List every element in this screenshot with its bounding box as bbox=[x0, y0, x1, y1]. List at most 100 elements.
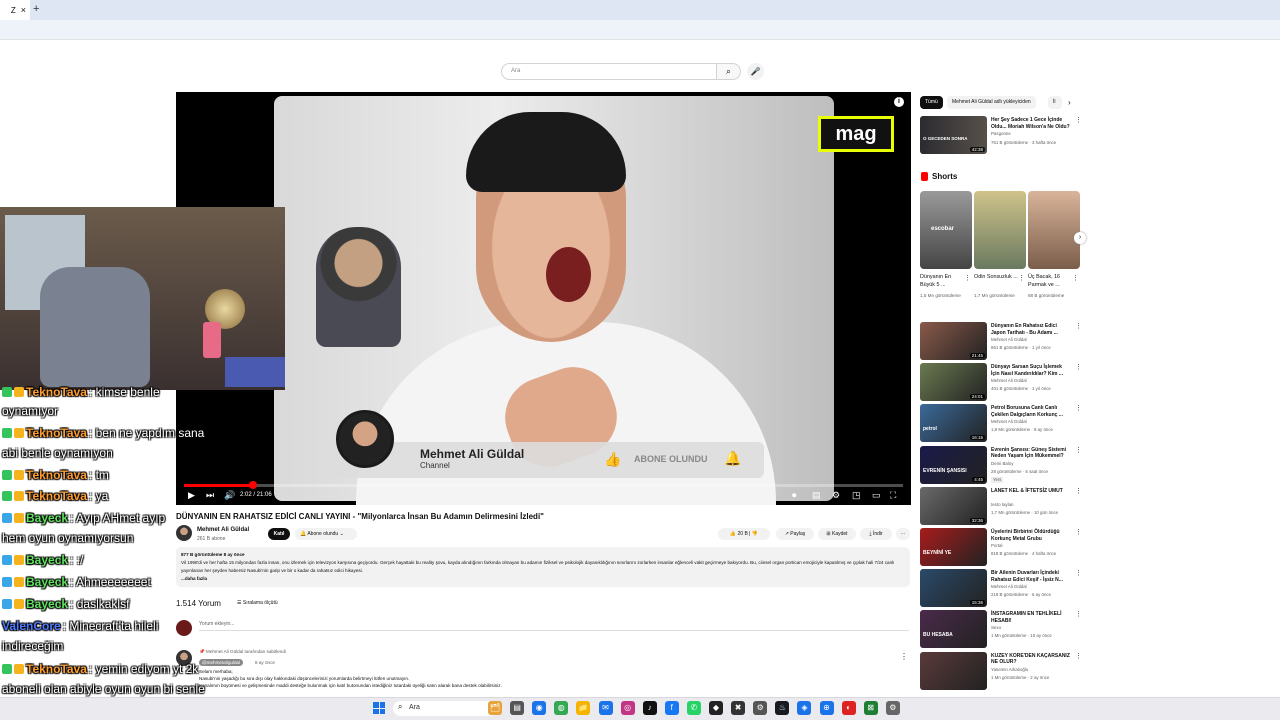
chip-all[interactable]: Tümü bbox=[920, 96, 943, 109]
video-title[interactable]: İNSTAGRAMIN EN TEHLİKELİ HESABI! bbox=[991, 611, 1071, 624]
app-icon[interactable]: ▤ bbox=[510, 701, 525, 715]
more-icon[interactable]: ⋮ bbox=[1075, 528, 1082, 536]
subscribed-button[interactable]: 🔔 Abone olundu ⌄ bbox=[295, 528, 357, 540]
video-thumbnail[interactable]: 24:01 bbox=[920, 363, 987, 402]
autoplay-icon[interactable]: ⏺ bbox=[792, 490, 797, 501]
description-box[interactable]: 877 B görüntüleme 8 ay önce Vil 1998'di … bbox=[176, 547, 910, 587]
video-thumbnail[interactable]: 32:36 bbox=[920, 486, 987, 525]
video-thumbnail[interactable]: 15:36 bbox=[920, 569, 987, 608]
volume-icon[interactable]: 🔊 bbox=[224, 490, 235, 501]
short-more-icon-2[interactable]: ⋮ bbox=[1018, 274, 1025, 282]
short-thumbnail-1[interactable]: escobar bbox=[920, 191, 972, 269]
files-icon[interactable]: 🗂 bbox=[488, 701, 502, 715]
like-button[interactable]: 👍 20 B | 👎 bbox=[718, 528, 770, 540]
channel-name[interactable]: Mehmet Ali Güldal bbox=[197, 527, 249, 533]
chip-uploader[interactable]: Mehmet Ali Güldal adlı yükleyiciden bbox=[947, 96, 1036, 109]
next-icon[interactable]: ⏭ bbox=[206, 490, 214, 501]
close-app-icon[interactable]: ✖ bbox=[731, 701, 746, 715]
folder-icon[interactable]: 📁 bbox=[576, 701, 591, 715]
fullscreen-icon[interactable]: ⛶ bbox=[890, 490, 896, 501]
more-icon[interactable]: ⋮ bbox=[1075, 569, 1082, 577]
more-icon[interactable]: ⋮ bbox=[1075, 610, 1082, 618]
search-input[interactable]: Ara bbox=[501, 63, 717, 80]
mail-icon[interactable]: ✉ bbox=[598, 701, 613, 715]
share-button[interactable]: ↗ Paylaş bbox=[776, 528, 814, 540]
opera-icon[interactable]: ◐ bbox=[841, 701, 856, 715]
short-title-2[interactable]: Odin Sonsuzluk ... bbox=[974, 273, 1018, 281]
new-tab-button[interactable]: + bbox=[33, 3, 39, 15]
more-icon[interactable]: ⋮ bbox=[1075, 404, 1082, 412]
captions-icon[interactable]: ▤ bbox=[812, 490, 821, 501]
whatsapp-icon[interactable]: ✆ bbox=[686, 701, 701, 715]
more-icon[interactable]: ⋮ bbox=[1075, 363, 1082, 371]
short-title-3[interactable]: Üç Bacak, 16 Parmak ve ... bbox=[1028, 273, 1072, 289]
comment-input[interactable]: Yorum ekleyin... bbox=[199, 621, 909, 631]
video-thumbnail[interactable]: petrol 16:15 bbox=[920, 404, 987, 443]
more-actions-button[interactable]: ··· bbox=[896, 528, 910, 540]
short-more-icon-1[interactable]: ⋮ bbox=[964, 274, 971, 282]
address-bar[interactable] bbox=[0, 20, 1280, 40]
short-title-1[interactable]: Dünyanın En Büyük 5 ... bbox=[920, 273, 964, 289]
video-title[interactable]: Petrol Borusuna Canlı Canlı Çekilen Dalg… bbox=[991, 405, 1071, 418]
more-icon[interactable]: ⋮ bbox=[1075, 322, 1082, 330]
theater-icon[interactable]: ▭ bbox=[872, 490, 881, 501]
video-title[interactable]: Dünyayı Sarsan Suçu İşlemek İçin Nasıl K… bbox=[991, 364, 1071, 377]
channel-avatar[interactable] bbox=[176, 525, 192, 541]
miniplayer-icon[interactable]: ◳ bbox=[852, 490, 861, 501]
settings-icon[interactable]: ⚙ bbox=[753, 701, 768, 715]
progress-scrubber[interactable] bbox=[249, 481, 257, 489]
join-button[interactable]: Katıl bbox=[268, 528, 290, 540]
play-icon[interactable]: ▶ bbox=[188, 490, 195, 501]
settings-icon[interactable]: ⚙ bbox=[832, 490, 840, 501]
video-thumbnail[interactable]: BEYNİNİ YE bbox=[920, 528, 987, 566]
top-video-title[interactable]: Her Şey Sadece 1 Gece İçinde Oldu... Mor… bbox=[991, 117, 1071, 130]
taskbar-search[interactable]: Ara bbox=[393, 701, 498, 716]
shorts-next-icon[interactable]: › bbox=[1074, 232, 1086, 244]
video-thumbnail[interactable]: BU HESABA bbox=[920, 610, 987, 649]
short-thumbnail-2[interactable] bbox=[974, 191, 1026, 269]
gear-icon[interactable]: ⚙ bbox=[885, 701, 900, 715]
progress-bar[interactable] bbox=[184, 484, 903, 487]
more-icon[interactable]: ⋮ bbox=[1075, 446, 1082, 454]
chip-other[interactable]: İl bbox=[1048, 96, 1062, 109]
info-icon[interactable]: i bbox=[894, 97, 904, 107]
more-icon[interactable]: ⋮ bbox=[1075, 652, 1082, 660]
video-player[interactable]: mag i Mehmet Ali Güldal Channel 👍 ABONE … bbox=[176, 92, 911, 505]
download-button[interactable]: ⤓ İndir bbox=[860, 528, 892, 540]
excel-icon[interactable]: ⊠ bbox=[863, 701, 878, 715]
video-thumbnail[interactable] bbox=[920, 651, 987, 690]
video-thumbnail[interactable]: EVRENİN ŞANSISI 4:45 bbox=[920, 445, 987, 484]
steam-icon[interactable]: ♨ bbox=[775, 701, 790, 715]
app-icon[interactable]: ◆ bbox=[709, 701, 723, 715]
chrome-icon[interactable]: ◍ bbox=[554, 701, 569, 715]
video-thumbnail[interactable]: 21:45 bbox=[920, 322, 987, 360]
browser-tab[interactable]: Z × bbox=[0, 0, 30, 20]
short-more-icon-3[interactable]: ⋮ bbox=[1072, 274, 1079, 282]
search-button[interactable]: ⌕ bbox=[716, 63, 741, 80]
windows-start-icon[interactable] bbox=[373, 702, 385, 714]
facebook-icon[interactable]: f bbox=[664, 701, 679, 715]
video-title[interactable]: Dünyanın En Rahatsız Edici Japon Tarihat… bbox=[991, 323, 1071, 336]
tab-close-icon[interactable]: × bbox=[21, 5, 26, 15]
more-icon[interactable]: ⋮ bbox=[1075, 116, 1082, 124]
app-icon[interactable]: ◈ bbox=[797, 701, 812, 715]
instagram-icon[interactable]: ◎ bbox=[620, 701, 635, 715]
video-title[interactable]: Üyelerini Birbirini Öldürdüğü Korkunç Me… bbox=[991, 529, 1071, 542]
short-thumbnail-3[interactable] bbox=[1028, 191, 1080, 269]
top-video-thumbnail[interactable]: O GECEDEN SONRA 42:38 bbox=[920, 116, 987, 154]
chips-next-icon[interactable]: › bbox=[1068, 98, 1071, 107]
video-title[interactable]: Evrenin Şansısı: Güneş Sistemi Neden Yaş… bbox=[991, 447, 1071, 460]
video-title[interactable]: LANET KEL & İFTETSİZ UMUT bbox=[991, 488, 1071, 495]
video-title[interactable]: Bir Ailenin Duvarları İçindeki Rahatsız … bbox=[991, 570, 1071, 583]
save-button[interactable]: ⊞ Kaydet bbox=[818, 528, 856, 540]
video-title[interactable]: KUZEY KORE'DEN KAÇARSANIZ NE OLUR? bbox=[991, 653, 1071, 666]
description-more[interactable]: ...daha fazla bbox=[181, 575, 905, 583]
pinned-comment-user[interactable]: @mehmetaliguldal bbox=[199, 659, 244, 666]
comment-more-icon[interactable]: ⋮ bbox=[900, 652, 908, 661]
edge-icon[interactable]: ◉ bbox=[532, 701, 547, 715]
voice-search-button[interactable]: 🎤 bbox=[747, 63, 764, 80]
app-icon[interactable]: ⊕ bbox=[819, 701, 834, 715]
sort-comments-button[interactable]: ☰ Sıralama ölçütü bbox=[237, 600, 278, 606]
more-icon[interactable]: ⋮ bbox=[1075, 487, 1082, 495]
tiktok-icon[interactable]: ♪ bbox=[642, 701, 657, 715]
